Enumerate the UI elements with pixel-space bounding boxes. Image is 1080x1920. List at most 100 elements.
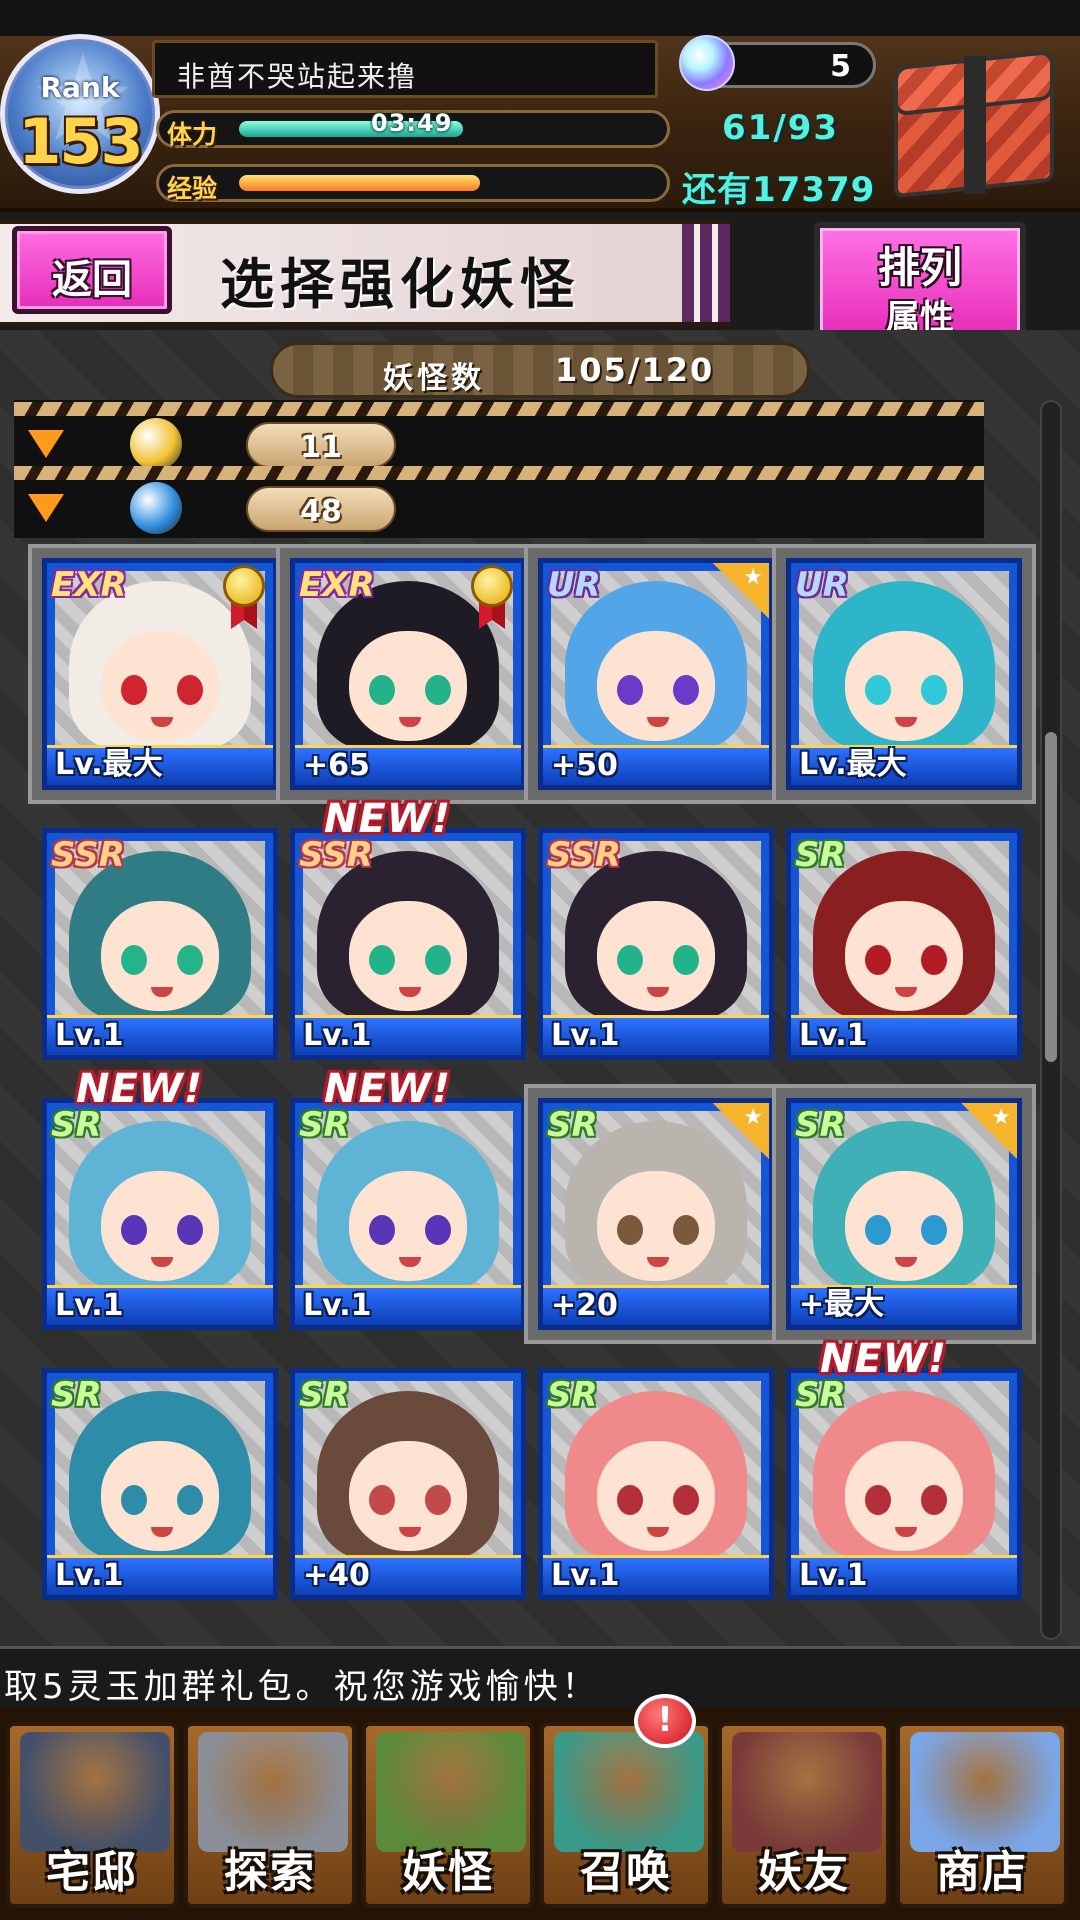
alert-mark: ! [657,1700,673,1740]
exp-label: 经验 [167,174,218,203]
card-frame: SR Lv.1 [42,1368,278,1600]
portrait-eye [177,1485,203,1515]
pentagram-icon [554,1732,704,1852]
scrollbar[interactable] [1040,400,1062,1640]
yokai-level: Lv.1 [55,1558,124,1593]
yokai-card[interactable]: SR +40 [290,1368,526,1600]
yokai-level: +50 [551,748,618,783]
portrait-eye [921,945,947,975]
gold-medal-icon [223,565,265,607]
yokai-level: +最大 [799,1287,885,1322]
portrait-eye [865,1485,891,1515]
nav-scroll[interactable]: 妖怪 [362,1722,534,1908]
rope-divider [14,466,984,480]
portrait-eye [921,675,947,705]
gift-chest-icon[interactable] [884,49,1064,200]
portrait-eye [617,675,643,705]
portrait-eye [921,1485,947,1515]
yokai-card[interactable]: SR Lv.1 NEW! [786,1336,1022,1600]
rarity-label: UR [547,565,601,605]
new-tag: NEW! [324,796,452,842]
rarity-label: EXR [299,565,375,605]
portrait-eye [865,675,891,705]
nav-mansion[interactable]: 宅邸 [6,1722,178,1908]
player-name: 非酋不哭站起来撸 [177,60,418,93]
filter-count: 48 [300,494,342,529]
rarity-label: SR [795,835,846,875]
nav-label: 妖友 [758,1847,850,1898]
spirit-jade-icon [679,35,735,91]
rarity-label: SSR [51,835,125,875]
portrait-eye [177,945,203,975]
rarity-label: SR [547,1375,598,1415]
nav-pentagram[interactable]: 召唤 [540,1722,712,1908]
yokai-card[interactable]: UR +50 [524,544,788,804]
yokai-card[interactable]: SR +最大 [772,1084,1036,1344]
yokai-level: Lv.1 [55,1018,124,1053]
portrait-eye [369,945,395,975]
yokai-card[interactable]: SR Lv.1 NEW! [42,1066,278,1330]
gem-counter[interactable]: 5 [679,35,876,91]
card-frame: SSR Lv.1 [538,828,774,1060]
yokai-level: Lv.1 [551,1558,620,1593]
rank-badge[interactable]: Rank 153 [0,34,160,194]
sort-button[interactable]: 排列 属性 [814,222,1026,342]
news-ticker: 取5灵玉加群礼包。祝您游戏愉快！ [0,1646,1080,1708]
rarity-label: UR [795,565,849,605]
yokai-level: Lv.1 [303,1288,372,1323]
portrait-eye [121,675,147,705]
yokai-card[interactable]: SR Lv.1 [786,828,1022,1060]
yokai-card[interactable]: SR Lv.1 [42,1368,278,1600]
portrait-eye [673,945,699,975]
card-frame: SSR Lv.1 [290,828,526,1060]
back-button[interactable]: 返回 [12,226,172,314]
nav-crystal-orb[interactable]: 商店 [896,1722,1068,1908]
chest-band [964,56,986,194]
card-frame: SR +最大 [786,1098,1022,1330]
portrait-eye [921,1215,947,1245]
star-corner-icon [961,1103,1017,1159]
filter-row-water[interactable]: 48 [14,466,984,534]
yokai-level: Lv.1 [55,1288,124,1323]
card-frame: SR Lv.1 [290,1098,526,1330]
stamina-label: 体力 [167,120,218,149]
yokai-card[interactable]: SR Lv.1 NEW! [290,1066,526,1330]
player-name-box: 非酋不哭站起来撸 [152,40,658,98]
banner-stripes [682,224,730,322]
portrait-eye [865,1215,891,1245]
scrollbar-thumb[interactable] [1045,732,1057,1062]
triangle-down-icon[interactable] [28,430,64,458]
portrait-eye [425,1215,451,1245]
yokai-card[interactable]: SSR Lv.1 NEW! [290,796,526,1060]
back-label: 返回 [52,257,132,303]
yokai-card[interactable]: EXR +65 [276,544,540,804]
yokai-level: +20 [551,1288,618,1323]
yokai-card[interactable]: SR +20 [524,1084,788,1344]
yokai-count: 妖怪数 105/120 [270,342,810,398]
rarity-label: SR [795,1105,846,1145]
rarity-label: SSR [547,835,621,875]
portrait-eye [617,945,643,975]
filter-row-gold[interactable]: 11 [14,402,984,470]
rank-label: Rank [40,71,120,104]
rarity-label: EXR [51,565,127,605]
star-corner-icon [713,1103,769,1159]
nav-label: 妖怪 [402,1847,494,1898]
portrait-eye [121,1215,147,1245]
card-frame: EXR Lv.最大 [42,558,278,790]
ticker-text: 取5灵玉加群礼包。祝您游戏愉快！ [4,1667,600,1707]
rank-number: 153 [18,105,143,178]
yokai-card[interactable]: SR Lv.1 [538,1368,774,1600]
yokai-card[interactable]: UR Lv.最大 [772,544,1036,804]
yokai-card[interactable]: SSR Lv.1 [538,828,774,1060]
card-frame: SR +20 [538,1098,774,1330]
portrait-eye [673,1485,699,1515]
yokai-card[interactable]: SSR Lv.1 [42,828,278,1060]
yokai-card[interactable]: EXR Lv.最大 [28,544,292,804]
nav-magnifier[interactable]: 探索 [184,1722,356,1908]
nav-catgirl[interactable]: 妖友 [718,1722,890,1908]
triangle-down-icon[interactable] [28,494,64,522]
portrait-eye [425,1485,451,1515]
rope-divider [14,402,984,416]
yokai-level: +40 [303,1558,370,1593]
